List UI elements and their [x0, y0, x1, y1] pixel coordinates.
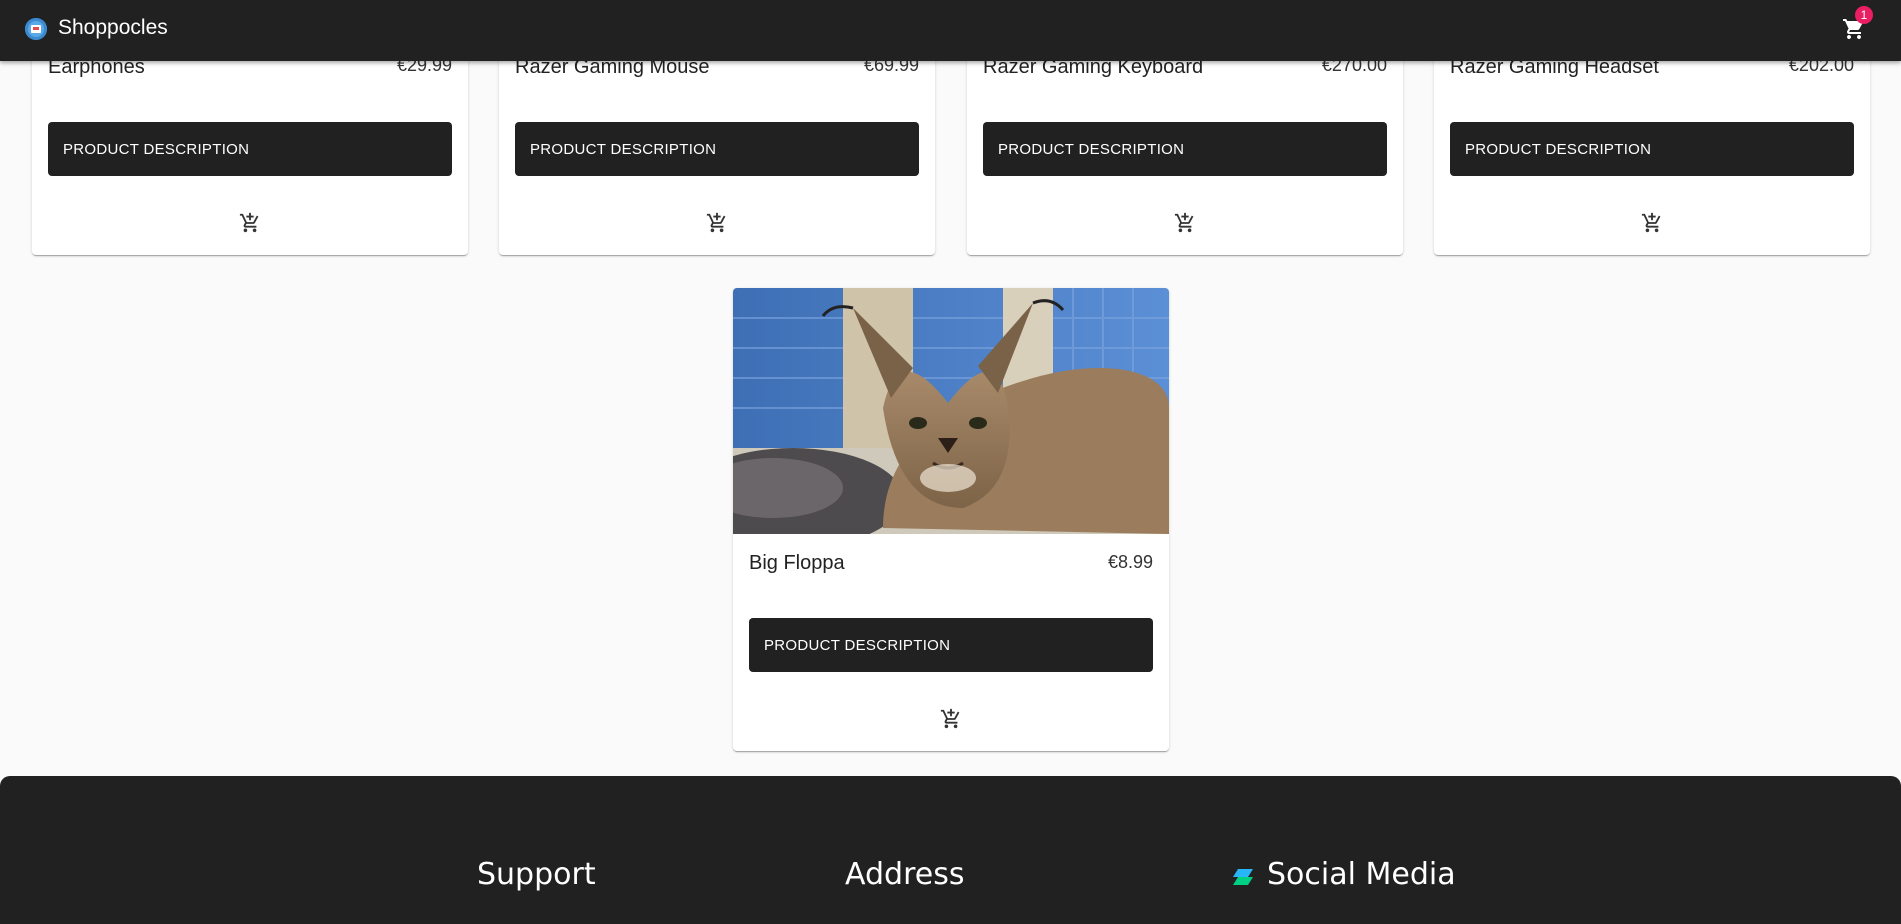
product-description-button[interactable]: PRODUCT DESCRIPTION: [1450, 122, 1854, 176]
product-description-button[interactable]: PRODUCT DESCRIPTION: [515, 122, 919, 176]
cart-count-badge: 1: [1855, 6, 1873, 24]
footer: Support Address Social Media: [0, 776, 1901, 924]
footer-social-heading: Social Media: [1267, 857, 1456, 892]
add-shopping-cart-icon: [239, 212, 259, 233]
add-shopping-cart-icon: [706, 212, 726, 233]
add-shopping-cart-icon: [1641, 212, 1661, 233]
add-shopping-cart-icon: [940, 708, 960, 729]
product-grid: Earphones €29.99 PRODUCT DESCRIPTION Raz…: [8, 0, 1901, 790]
product-description-button[interactable]: PRODUCT DESCRIPTION: [983, 122, 1387, 176]
app-bar: Shoppocles 1: [0, 0, 1901, 61]
product-description-button[interactable]: PRODUCT DESCRIPTION: [48, 122, 452, 176]
shop-logo-icon[interactable]: [25, 18, 47, 40]
add-shopping-cart-icon: [1174, 212, 1194, 233]
social-media-icon: [1233, 869, 1253, 885]
product-image: [733, 288, 1169, 534]
product-price: €8.99: [1107, 552, 1153, 572]
add-to-cart-button[interactable]: [937, 705, 965, 733]
add-to-cart-button[interactable]: [1638, 209, 1666, 237]
product-description-button[interactable]: PRODUCT DESCRIPTION: [749, 618, 1153, 672]
product-card: Big Floppa €8.99 PRODUCT DESCRIPTION: [733, 288, 1169, 751]
add-to-cart-button[interactable]: [703, 209, 731, 237]
add-to-cart-button[interactable]: [1171, 209, 1199, 237]
footer-support-heading: Support: [477, 857, 596, 892]
footer-address-heading: Address: [845, 857, 965, 892]
add-to-cart-button[interactable]: [236, 209, 264, 237]
product-name: Big Floppa: [749, 552, 845, 574]
brand-title[interactable]: Shoppocles: [58, 16, 168, 40]
